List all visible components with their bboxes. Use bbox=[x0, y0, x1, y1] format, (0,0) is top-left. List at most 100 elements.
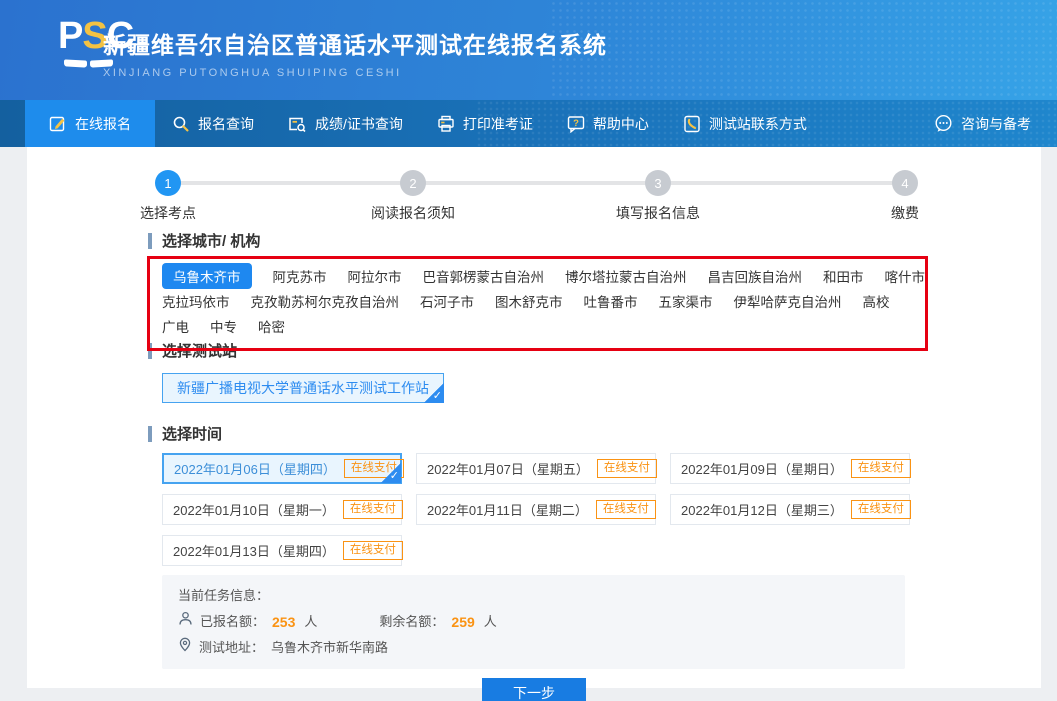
remaining-value: 259 bbox=[451, 612, 474, 632]
city-item[interactable]: 阿拉尔市 bbox=[348, 266, 402, 286]
nav-label: 在线报名 bbox=[75, 114, 131, 134]
section-marker bbox=[148, 343, 152, 359]
step-indicator: 1 2 3 4 选择考点 阅读报名须知 填写报名信息 缴费 bbox=[27, 147, 1041, 220]
step-label-fill-info: 填写报名信息 bbox=[616, 203, 700, 223]
step-circle-4: 4 bbox=[892, 170, 918, 196]
person-icon bbox=[178, 611, 193, 632]
remaining-label: 剩余名额： bbox=[379, 612, 444, 632]
nav-label: 测试站联系方式 bbox=[709, 114, 807, 134]
city-row-3: 广电 中专 哈密 bbox=[162, 313, 952, 338]
test-station-option[interactable]: 新疆广播电视大学普通话水平测试工作站 ✓ bbox=[162, 373, 444, 403]
city-item[interactable]: 图木舒克市 bbox=[495, 291, 563, 311]
city-item[interactable]: 博尔塔拉蒙古自治州 bbox=[565, 266, 687, 286]
section-title: 选择时间 bbox=[162, 423, 222, 444]
app-header: PSC 新疆维吾尔自治区普通话水平测试在线报名系统 XINJIANG PUTON… bbox=[0, 0, 1057, 100]
remaining-unit: 人 bbox=[484, 612, 497, 632]
date-option[interactable]: 2022年01月12日（星期三） 在线支付 bbox=[670, 494, 910, 525]
date-text: 2022年01月09日（星期日） bbox=[681, 459, 843, 478]
certificate-search-icon bbox=[288, 115, 307, 133]
city-item[interactable]: 昌吉回族自治州 bbox=[708, 266, 803, 286]
city-item[interactable]: 广电 bbox=[162, 316, 189, 336]
date-text: 2022年01月10日（星期一） bbox=[173, 500, 335, 519]
nav-item-print-admission-ticket[interactable]: 打印准考证 bbox=[420, 100, 550, 147]
help-icon: ? bbox=[567, 115, 585, 133]
location-pin-icon bbox=[178, 637, 192, 658]
nav-label: 成绩/证书查询 bbox=[315, 114, 403, 134]
task-info-quota-line: 已报名额： 253 人 剩余名额： 259 人 bbox=[178, 611, 889, 632]
step-circle-1: 1 bbox=[155, 170, 181, 196]
city-item[interactable]: 阿克苏市 bbox=[273, 266, 327, 286]
city-item[interactable]: 高校 bbox=[863, 291, 890, 311]
date-grid: 2022年01月06日（星期四） 在线支付 ✓ 2022年01月07日（星期五）… bbox=[162, 453, 1041, 566]
edit-icon bbox=[49, 115, 67, 133]
task-info-box: 当前任务信息： 已报名额： 253 人 剩余名额： 259 人 测试地址： 乌鲁… bbox=[162, 575, 905, 669]
task-info-title: 当前任务信息： bbox=[178, 586, 889, 606]
content-card: 1 2 3 4 选择考点 阅读报名须知 填写报名信息 缴费 选择城市/ 机构 乌… bbox=[27, 147, 1041, 688]
task-info-title-text: 当前任务信息： bbox=[178, 586, 269, 606]
chat-icon bbox=[934, 114, 953, 133]
printer-icon bbox=[437, 115, 455, 133]
date-option-selected[interactable]: 2022年01月06日（星期四） 在线支付 ✓ bbox=[162, 453, 402, 484]
online-pay-badge: 在线支付 bbox=[596, 500, 656, 520]
test-station-name: 新疆广播电视大学普通话水平测试工作站 bbox=[177, 378, 429, 398]
step-connector-line bbox=[168, 181, 905, 185]
step-label-select-site: 选择考点 bbox=[140, 203, 196, 223]
section-marker bbox=[148, 426, 152, 442]
city-item[interactable]: 五家渠市 bbox=[659, 291, 713, 311]
date-text: 2022年01月07日（星期五） bbox=[427, 459, 589, 478]
city-item[interactable]: 伊犁哈萨克自治州 bbox=[734, 291, 842, 311]
city-item[interactable]: 哈密 bbox=[258, 316, 285, 336]
step-label-read-notice: 阅读报名须知 bbox=[371, 203, 455, 223]
section-heading-city: 选择城市/ 机构 bbox=[148, 230, 1041, 251]
section-title: 选择测试站 bbox=[162, 340, 237, 361]
date-option[interactable]: 2022年01月09日（星期日） 在线支付 bbox=[670, 453, 910, 484]
svg-text:?: ? bbox=[573, 118, 579, 129]
address-value: 乌鲁木齐市新华南路 bbox=[271, 638, 388, 658]
date-text: 2022年01月12日（星期三） bbox=[681, 500, 843, 519]
selected-check-icon: ✓ bbox=[381, 463, 401, 483]
date-text: 2022年01月06日（星期四） bbox=[174, 459, 336, 478]
section-title: 选择城市/ 机构 bbox=[162, 230, 260, 251]
nav-item-score-certificate-query[interactable]: 成绩/证书查询 bbox=[271, 100, 420, 147]
nav-item-consult-prepare[interactable]: 咨询与备考 bbox=[917, 100, 1057, 147]
city-item[interactable]: 克孜勒苏柯尔克孜自治州 bbox=[251, 291, 400, 311]
city-item[interactable]: 石河子市 bbox=[420, 291, 474, 311]
nav-item-online-registration[interactable]: 在线报名 bbox=[25, 100, 155, 147]
nav-item-test-station-contact[interactable]: 测试站联系方式 bbox=[666, 100, 824, 147]
date-option[interactable]: 2022年01月07日（星期五） 在线支付 bbox=[416, 453, 656, 484]
logo-letter-p: P bbox=[58, 15, 82, 57]
selected-check-icon: ✓ bbox=[424, 383, 444, 403]
address-label: 测试地址： bbox=[199, 638, 264, 658]
city-list: 乌鲁木齐市 阿克苏市 阿拉尔市 巴音郭楞蒙古自治州 博尔塔拉蒙古自治州 昌吉回族… bbox=[162, 263, 952, 338]
section-marker bbox=[148, 233, 152, 249]
city-item[interactable]: 吐鲁番市 bbox=[584, 291, 638, 311]
city-item[interactable]: 克拉玛依市 bbox=[162, 291, 230, 311]
online-pay-badge: 在线支付 bbox=[851, 459, 911, 479]
date-option[interactable]: 2022年01月13日（星期四） 在线支付 bbox=[162, 535, 402, 566]
online-pay-badge: 在线支付 bbox=[343, 500, 403, 520]
city-item[interactable]: 中专 bbox=[210, 316, 237, 336]
phone-icon bbox=[683, 115, 701, 133]
page: PSC 新疆维吾尔自治区普通话水平测试在线报名系统 XINJIANG PUTON… bbox=[0, 0, 1057, 701]
next-step-button[interactable]: 下一步 bbox=[482, 678, 586, 701]
nav-label: 打印准考证 bbox=[463, 114, 533, 134]
city-item[interactable]: 喀什市 bbox=[885, 266, 926, 286]
nav-label: 咨询与备考 bbox=[961, 114, 1031, 134]
nav-item-help-center[interactable]: ? 帮助中心 bbox=[550, 100, 666, 147]
section-heading-station: 选择测试站 bbox=[148, 340, 1041, 361]
enrolled-label: 已报名额： bbox=[200, 612, 265, 632]
city-item-selected[interactable]: 乌鲁木齐市 bbox=[162, 263, 252, 289]
date-option[interactable]: 2022年01月10日（星期一） 在线支付 bbox=[162, 494, 402, 525]
city-item[interactable]: 和田市 bbox=[823, 266, 864, 286]
date-text: 2022年01月13日（星期四） bbox=[173, 541, 335, 560]
step-circle-3: 3 bbox=[645, 170, 671, 196]
nav-item-registration-query[interactable]: 报名查询 bbox=[155, 100, 271, 147]
city-item[interactable]: 巴音郭楞蒙古自治州 bbox=[423, 266, 545, 286]
date-option[interactable]: 2022年01月11日（星期二） 在线支付 bbox=[416, 494, 656, 525]
enrolled-unit: 人 bbox=[304, 612, 317, 632]
online-pay-badge: 在线支付 bbox=[343, 541, 403, 561]
online-pay-badge: 在线支付 bbox=[851, 500, 911, 520]
step-label-pay: 缴费 bbox=[891, 203, 919, 223]
date-text: 2022年01月11日（星期二） bbox=[427, 500, 588, 519]
city-row-2: 克拉玛依市 克孜勒苏柯尔克孜自治州 石河子市 图木舒克市 吐鲁番市 五家渠市 伊… bbox=[162, 288, 952, 313]
